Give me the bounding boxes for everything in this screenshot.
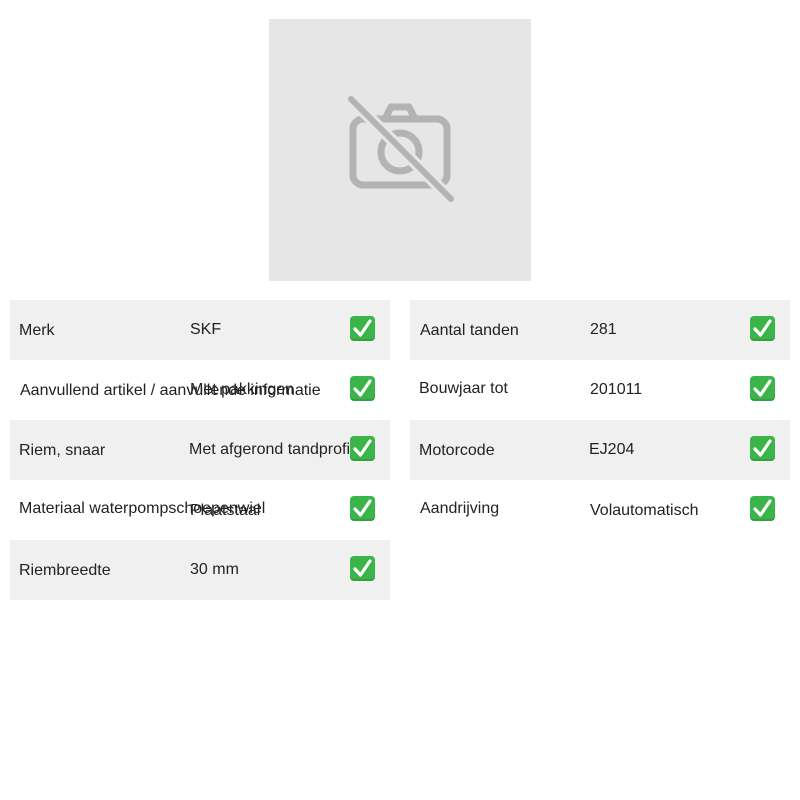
specs-table-left: Merk SKF Aanvullend artikel / aanvullend… <box>10 300 390 600</box>
check-mark-icon <box>350 316 375 341</box>
spec-row: Merk SKF <box>10 300 390 360</box>
check-mark-icon <box>750 436 775 461</box>
product-image-placeholder <box>269 19 531 281</box>
check-mark-icon <box>750 316 775 341</box>
spec-row: Aanvullend artikel / aanvullende informa… <box>10 360 390 420</box>
spec-label: Merk <box>19 322 55 339</box>
spec-label: Bouwjaar tot <box>419 380 508 397</box>
spec-row: Aantal tanden 281 <box>410 300 790 360</box>
spec-label: Motorcode <box>419 442 495 459</box>
spec-value: EJ204 <box>589 441 635 458</box>
spec-label: Riembreedte <box>19 562 111 579</box>
spec-label: Riem, snaar <box>19 442 106 459</box>
spec-label: Aandrijving <box>420 500 500 517</box>
check-mark-icon <box>750 496 775 521</box>
specs-table-right: Aantal tanden 281 Bouwjaar tot 201011 Mo… <box>410 300 790 540</box>
spec-row: Materiaal waterpompschoepenwiel Plaatsta… <box>10 480 390 540</box>
spec-row: Motorcode EJ204 <box>410 420 790 480</box>
spec-label: Aantal tanden <box>420 322 519 339</box>
spec-value: Plaatstaal <box>190 502 261 519</box>
check-mark-icon <box>350 496 375 521</box>
spec-value: Met pakkingen <box>190 381 295 398</box>
spec-value: SKF <box>190 321 222 338</box>
spec-row: Bouwjaar tot 201011 <box>410 360 790 420</box>
spec-value: Volautomatisch <box>590 502 699 519</box>
spec-value: 281 <box>590 321 617 338</box>
camera-off-icon <box>345 95 455 205</box>
check-mark-icon <box>750 376 775 401</box>
check-mark-icon <box>350 436 375 461</box>
spec-row: Riem, snaar Met afgerond tandprofiel <box>10 420 390 480</box>
spec-row: Aandrijving Volautomatisch <box>410 480 790 540</box>
check-mark-icon <box>350 556 375 581</box>
spec-value: 30 mm <box>190 561 239 578</box>
spec-value: 201011 <box>590 381 643 398</box>
spec-row: Riembreedte 30 mm <box>10 540 390 600</box>
spec-value: Met afgerond tandprofiel <box>189 441 363 458</box>
check-mark-icon <box>350 376 375 401</box>
